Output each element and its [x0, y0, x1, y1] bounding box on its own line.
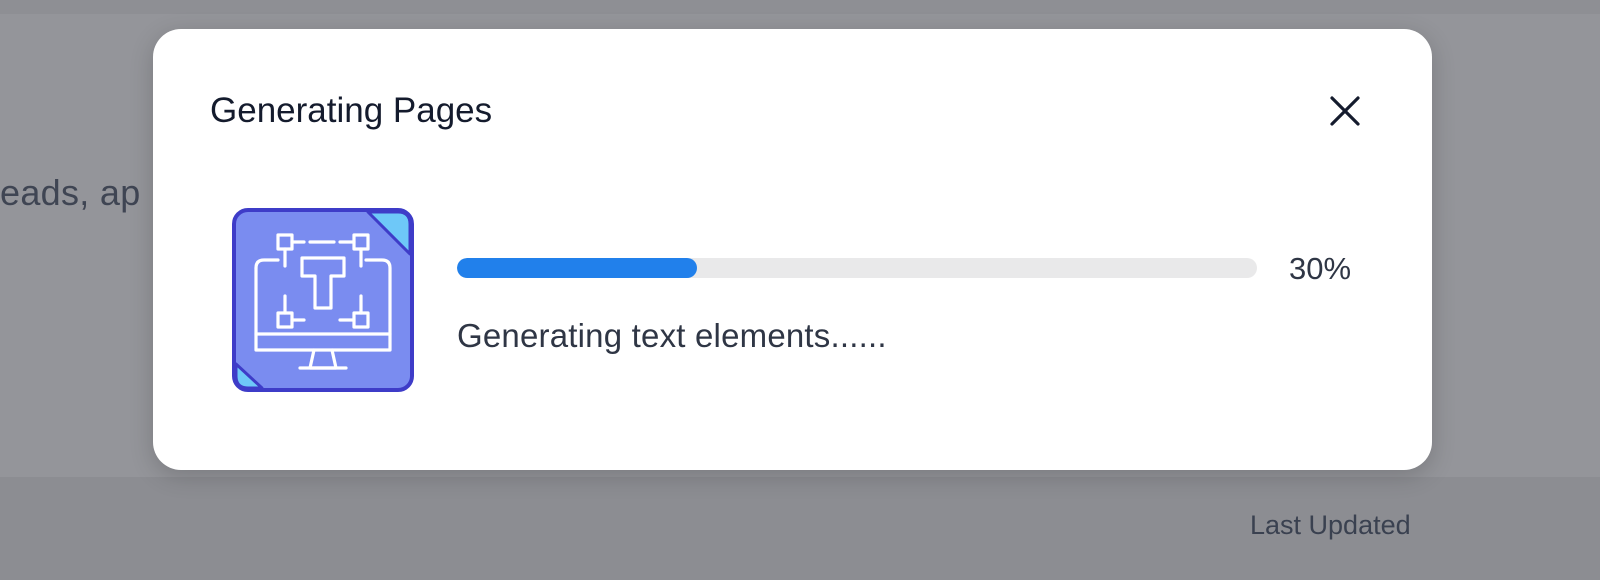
- close-button[interactable]: [1323, 89, 1367, 133]
- background-description-text: eads, ap: [0, 172, 141, 213]
- progress-percent-label: 30%: [1289, 251, 1352, 286]
- dialog-title: Generating Pages: [210, 91, 493, 130]
- progress-bar: [457, 258, 1257, 278]
- monitor-text-layout-icon: [230, 206, 416, 394]
- background-header-strip: [0, 0, 1600, 14]
- generation-status-text: Generating text elements......: [457, 317, 887, 354]
- generating-pages-dialog: Generating Pages 30% Generating text ele…: [153, 29, 1432, 470]
- close-icon: [1330, 96, 1360, 126]
- progress-bar-fill: [457, 258, 697, 278]
- last-updated-column-header: Last Updated: [1250, 510, 1411, 540]
